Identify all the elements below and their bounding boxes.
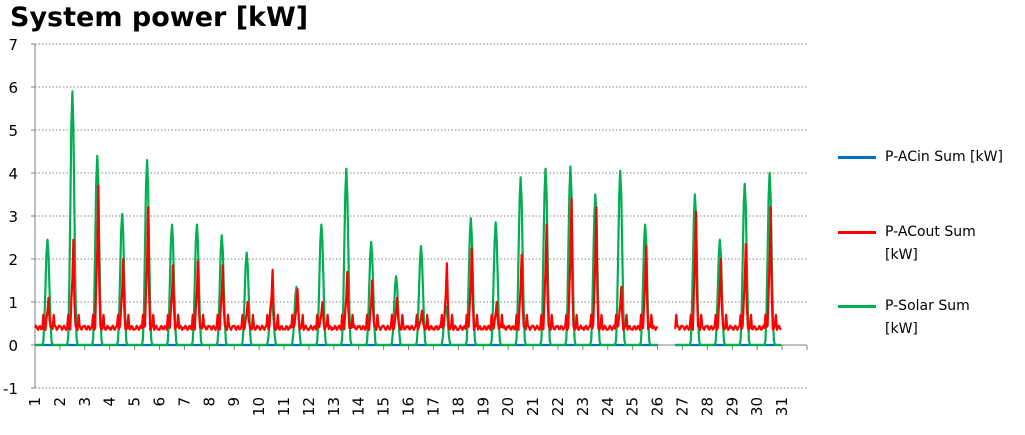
series-line-acout (34, 184, 659, 331)
y-tick-label: 3 (8, 208, 18, 226)
x-tick-label: 11 (275, 397, 293, 416)
x-tick-label: 31 (773, 397, 791, 416)
y-tick-label: 5 (8, 122, 18, 140)
y-tick-label: 2 (8, 251, 18, 269)
x-tick-label: 3 (76, 397, 94, 407)
x-tick-label: 4 (101, 397, 119, 407)
x-tick-label: 1 (26, 397, 44, 407)
legend-swatch-solar (838, 305, 876, 308)
x-tick-label: 24 (599, 397, 617, 416)
x-tick-label: 12 (300, 397, 318, 416)
x-tick-label: 21 (524, 397, 542, 416)
x-tick-label: 18 (449, 397, 467, 416)
x-tick-label: 23 (574, 397, 592, 416)
x-tick-label: 26 (649, 397, 667, 416)
x-tick-label: 5 (126, 397, 144, 407)
x-tick-label: 6 (151, 397, 169, 407)
x-tick-label: 29 (723, 397, 741, 416)
x-tick-label: 27 (673, 397, 691, 416)
x-tick-label: 16 (400, 397, 418, 416)
y-tick-label: 0 (8, 337, 18, 355)
chart-plot: -1012345671 2 3 4 5 6 7 8 9 10 11 12 13 14 15 16 17 18 19 2… (3, 36, 808, 416)
legend-swatch-acout (838, 231, 876, 234)
x-tick-label: 19 (474, 397, 492, 416)
legend-label-solar: P-Solar Sum [kW] (885, 298, 970, 337)
x-tick-label: 14 (350, 397, 368, 416)
x-tick-label: 13 (325, 397, 343, 416)
y-tick-label: 4 (8, 165, 18, 183)
x-tick-label: 30 (748, 397, 766, 416)
y-tick-label: 1 (8, 294, 18, 312)
x-tick-label: 10 (250, 397, 268, 416)
x-tick-label: 9 (225, 397, 243, 407)
legend-label-acin: P-ACin Sum [kW] (885, 149, 1003, 165)
x-tick-label: 22 (549, 397, 567, 416)
x-tick-label: 17 (424, 397, 442, 416)
x-tick-label: 15 (375, 397, 393, 416)
x-tick-label: 2 (51, 397, 69, 407)
legend-swatch-acin (838, 156, 876, 159)
x-tick-label: 20 (499, 397, 517, 416)
legend-label-acout: P-ACout Sum [kW] (885, 224, 976, 263)
x-tick-label: 28 (698, 397, 716, 416)
y-tick-label: 6 (8, 79, 18, 97)
x-tick-label: 25 (624, 397, 642, 416)
y-tick-label: -1 (3, 380, 18, 398)
x-tick-label: 8 (200, 397, 218, 407)
y-tick-label: 7 (8, 36, 18, 54)
x-tick-label: 7 (175, 397, 193, 407)
